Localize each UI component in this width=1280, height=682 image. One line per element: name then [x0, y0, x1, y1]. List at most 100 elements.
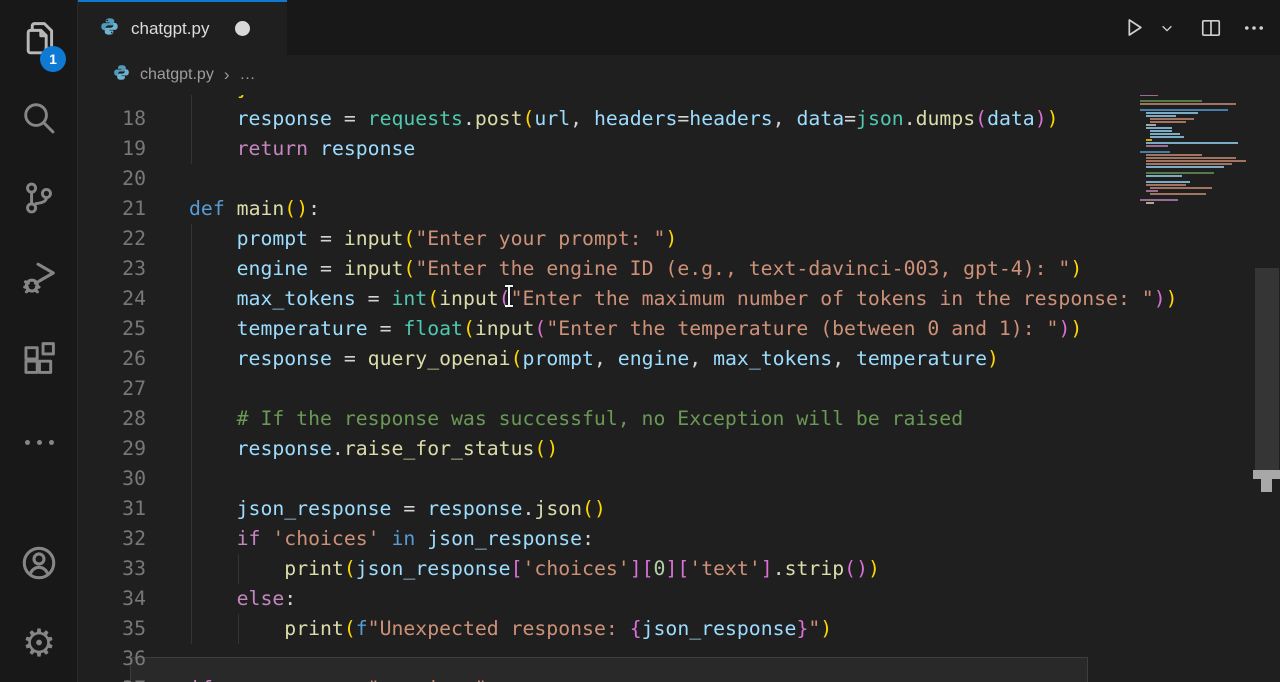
- scrollbar-marker-stem: [1261, 479, 1272, 492]
- line-number[interactable]: 25: [78, 314, 146, 344]
- sidebar-item-explorer[interactable]: 1: [0, 8, 78, 72]
- line-content: [146, 374, 189, 404]
- code-line-36[interactable]: 36: [78, 644, 1178, 674]
- code-line-34[interactable]: 34 else:: [78, 584, 1178, 614]
- line-number[interactable]: 22: [78, 224, 146, 254]
- line-number[interactable]: 19: [78, 134, 146, 164]
- line-number[interactable]: 24: [78, 284, 146, 314]
- code-line-27[interactable]: 27: [78, 374, 1178, 404]
- line-content: response = requests.post(url, headers=he…: [146, 104, 1059, 134]
- line-content: }: [146, 95, 249, 104]
- run-button[interactable]: [1123, 16, 1146, 39]
- line-content: print(f"Unexpected response: {json_respo…: [146, 614, 832, 644]
- code-line-22[interactable]: 22 prompt = input("Enter your prompt: "): [78, 224, 1178, 254]
- git-branch-icon: [21, 180, 57, 221]
- code-line-25[interactable]: 25 temperature = float(input("Enter the …: [78, 314, 1178, 344]
- line-number[interactable]: 31: [78, 494, 146, 524]
- tab-label: chatgpt.py: [131, 19, 209, 39]
- code-line-19[interactable]: 19 return response: [78, 134, 1178, 164]
- code-line-32[interactable]: 32 if 'choices' in json_response:: [78, 524, 1178, 554]
- line-content: if 'choices' in json_response:: [146, 524, 594, 554]
- code-line-35[interactable]: 35 print(f"Unexpected response: {json_re…: [78, 614, 1178, 644]
- line-content: json_response = response.json(): [146, 494, 606, 524]
- line-number[interactable]: 21: [78, 194, 146, 224]
- line-number[interactable]: 32: [78, 524, 146, 554]
- sidebar-item-source-control[interactable]: [0, 168, 78, 232]
- ellipsis-icon: [25, 440, 54, 445]
- scrollbar-thumb[interactable]: [1255, 268, 1279, 478]
- line-number[interactable]: 35: [78, 614, 146, 644]
- line-content: response = query_openai(prompt, engine, …: [146, 344, 999, 374]
- vertical-scrollbar: [1253, 95, 1280, 682]
- code-line-30[interactable]: 30: [78, 464, 1178, 494]
- line-content: [146, 164, 189, 194]
- line-number[interactable]: 27: [78, 374, 146, 404]
- breadcrumb-item-symbol[interactable]: …: [240, 66, 256, 84]
- line-number[interactable]: 20: [78, 164, 146, 194]
- editor-more-actions-button[interactable]: [1242, 16, 1266, 40]
- extensions-icon: [21, 340, 57, 381]
- line-content: # If the response was successful, no Exc…: [146, 404, 963, 434]
- split-editor-button[interactable]: [1200, 17, 1222, 39]
- mouse-ibeam-cursor: [502, 284, 516, 308]
- line-number[interactable]: 34: [78, 584, 146, 614]
- chevron-down-icon: [1160, 21, 1174, 35]
- line-content: if __name__ == "__main__":: [146, 674, 499, 682]
- code-line-21[interactable]: 21def main():: [78, 194, 1178, 224]
- line-content: [146, 644, 189, 674]
- breadcrumb: chatgpt.py › …: [78, 55, 1280, 95]
- line-number[interactable]: 18: [78, 104, 146, 134]
- line-number[interactable]: 37: [78, 674, 146, 682]
- code-line-18[interactable]: 18 response = requests.post(url, headers…: [78, 104, 1178, 134]
- line-number[interactable]: 17: [78, 95, 146, 104]
- sidebar-item-more[interactable]: [0, 410, 78, 474]
- code-line-24[interactable]: 24 max_tokens = int(input("Enter the max…: [78, 284, 1178, 314]
- sidebar-item-extensions[interactable]: [0, 328, 78, 392]
- code-line-20[interactable]: 20: [78, 164, 1178, 194]
- tab-chatgpt-py[interactable]: chatgpt.py: [78, 0, 287, 55]
- sidebar-item-search[interactable]: [0, 88, 78, 152]
- line-content: response.raise_for_status(): [146, 434, 558, 464]
- line-number[interactable]: 36: [78, 644, 146, 674]
- breadcrumb-separator: ›: [224, 65, 230, 85]
- line-number[interactable]: 26: [78, 344, 146, 374]
- code-line-17[interactable]: 17 }: [78, 95, 1178, 104]
- line-content: temperature = float(input("Enter the tem…: [146, 314, 1082, 344]
- line-number[interactable]: 30: [78, 464, 146, 494]
- sidebar-item-run-debug[interactable]: [0, 248, 78, 312]
- minimap[interactable]: [1140, 95, 1252, 489]
- code-line-23[interactable]: 23 engine = input("Enter the engine ID (…: [78, 254, 1178, 284]
- editor-group: chatgpt.py chatgpt.py ›: [78, 0, 1280, 682]
- line-content: def main():: [146, 194, 320, 224]
- person-icon: [20, 544, 58, 587]
- line-content: else:: [146, 584, 296, 614]
- code-line-28[interactable]: 28 # If the response was successful, no …: [78, 404, 1178, 434]
- ellipsis-icon: [1242, 16, 1266, 40]
- gear-icon: ⚙: [22, 625, 56, 663]
- run-dropdown-button[interactable]: [1160, 21, 1174, 35]
- split-editor-icon: [1200, 17, 1222, 39]
- settings-button[interactable]: ⚙: [0, 612, 78, 676]
- line-content: return response: [146, 134, 415, 164]
- code-line-31[interactable]: 31 json_response = response.json(): [78, 494, 1178, 524]
- line-number[interactable]: 33: [78, 554, 146, 584]
- code-line-37[interactable]: 37if __name__ == "__main__":: [78, 674, 1178, 682]
- line-content: prompt = input("Enter your prompt: "): [146, 224, 677, 254]
- line-content: max_tokens = int(input("Enter the maximu…: [146, 284, 1178, 314]
- account-button[interactable]: [0, 533, 78, 597]
- line-number[interactable]: 29: [78, 434, 146, 464]
- python-file-icon: [100, 17, 119, 41]
- unsaved-changes-dot[interactable]: [235, 21, 250, 36]
- code-line-26[interactable]: 26 response = query_openai(prompt, engin…: [78, 344, 1178, 374]
- debug-icon: [20, 259, 58, 302]
- code-editor[interactable]: 17 }18 response = requests.post(url, hea…: [78, 95, 1280, 682]
- line-content: print(json_response['choices'][0]['text'…: [146, 554, 880, 584]
- code-line-33[interactable]: 33 print(json_response['choices'][0]['te…: [78, 554, 1178, 584]
- breadcrumb-item-file[interactable]: chatgpt.py: [140, 66, 214, 84]
- play-icon: [1123, 16, 1146, 39]
- line-number[interactable]: 28: [78, 404, 146, 434]
- line-content: engine = input("Enter the engine ID (e.g…: [146, 254, 1082, 284]
- code-line-29[interactable]: 29 response.raise_for_status(): [78, 434, 1178, 464]
- tab-strip: chatgpt.py: [78, 0, 1280, 55]
- line-number[interactable]: 23: [78, 254, 146, 284]
